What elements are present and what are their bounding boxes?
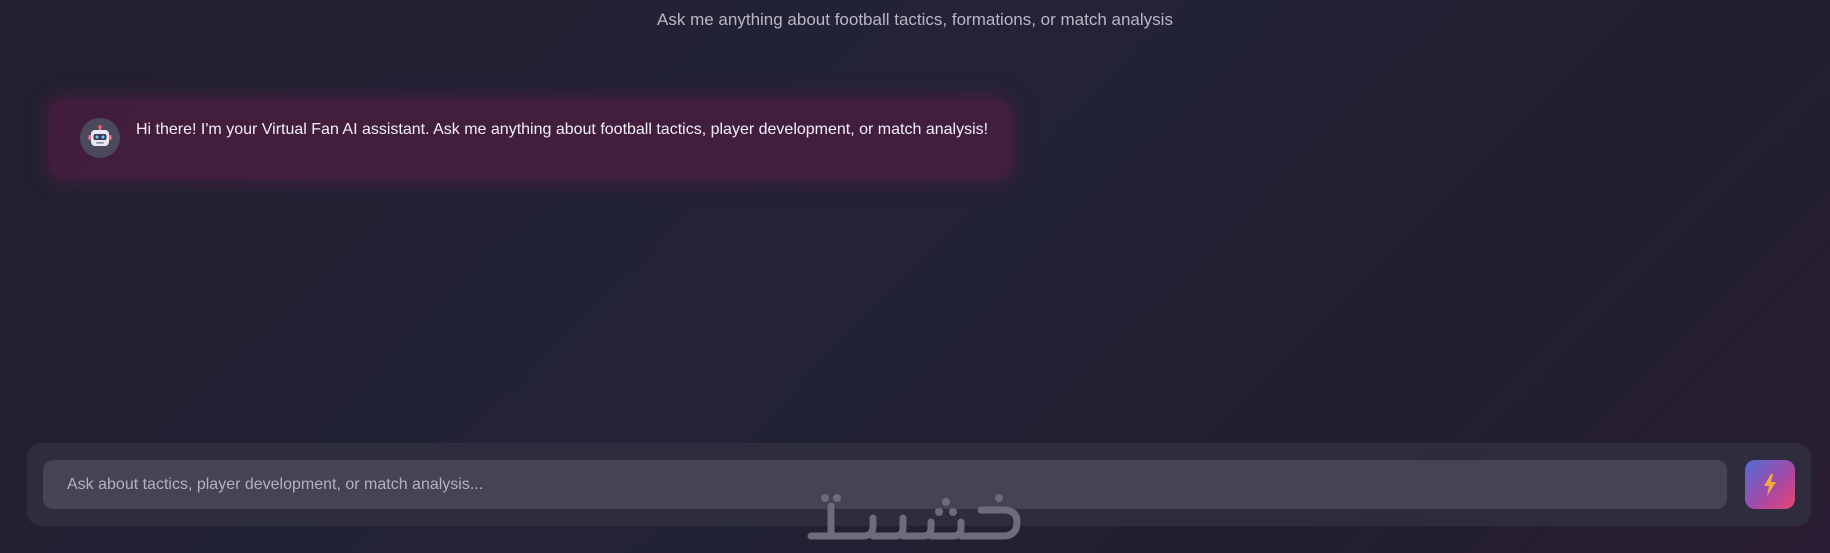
khamsat-logo [807,494,1021,540]
page-subtitle: Ask me anything about football tactics, … [657,10,1173,29]
robot-icon [88,125,112,146]
lightning-bolt-icon [1764,473,1776,496]
assistant-message-text: Hi there! I'm your Virtual Fan AI assist… [136,121,989,138]
assistant-avatar [80,118,120,158]
watermark-logo [803,488,1025,546]
assistant-message: Hi there! I'm your Virtual Fan AI assist… [49,99,1011,179]
send-button[interactable] [1745,460,1795,509]
